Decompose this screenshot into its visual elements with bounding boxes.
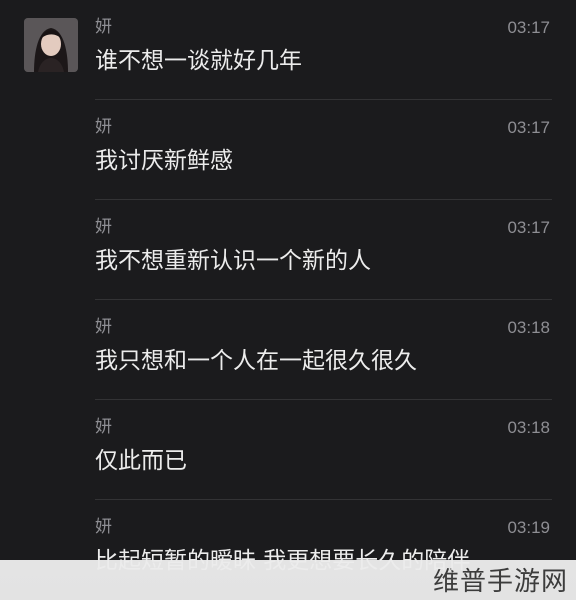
sender-name: 妍: [95, 17, 112, 37]
avatar-photo-icon: [24, 18, 78, 72]
message-text: 比起短暂的暧昧 我更想要长久的陪伴: [95, 548, 471, 574]
message-text: 我讨厌新鲜感: [95, 148, 233, 174]
sender-name: 妍: [95, 217, 112, 237]
message-text: 仅此而已: [95, 448, 187, 474]
sender-name: 妍: [95, 417, 112, 437]
message-item[interactable]: 妍 03:17 我不想重新认识一个新的人: [0, 200, 576, 300]
avatar[interactable]: [24, 18, 78, 72]
message-item[interactable]: 妍 03:17 我讨厌新鲜感: [0, 100, 576, 200]
sender-name: 妍: [95, 117, 112, 137]
message-item[interactable]: 妍 03:18 我只想和一个人在一起很久很久: [0, 300, 576, 400]
message-text: 我只想和一个人在一起很久很久: [95, 348, 417, 374]
message-time: 03:17: [507, 18, 550, 37]
message-time: 03:19: [507, 518, 550, 537]
chat-thread: 妍 03:17 谁不想一谈就好几年 妍 03:17 我讨厌新鲜感 妍 03:17…: [0, 0, 576, 600]
message-time: 03:17: [507, 118, 550, 137]
message-time: 03:18: [507, 418, 550, 437]
sender-name: 妍: [95, 517, 112, 537]
message-item[interactable]: 妍 03:18 仅此而已: [0, 400, 576, 500]
message-text: 我不想重新认识一个新的人: [95, 248, 371, 274]
message-item[interactable]: 妍 03:17 谁不想一谈就好几年: [0, 0, 576, 100]
message-text: 谁不想一谈就好几年: [95, 48, 302, 74]
message-time: 03:18: [507, 318, 550, 337]
sender-name: 妍: [95, 317, 112, 337]
message-time: 03:17: [507, 218, 550, 237]
